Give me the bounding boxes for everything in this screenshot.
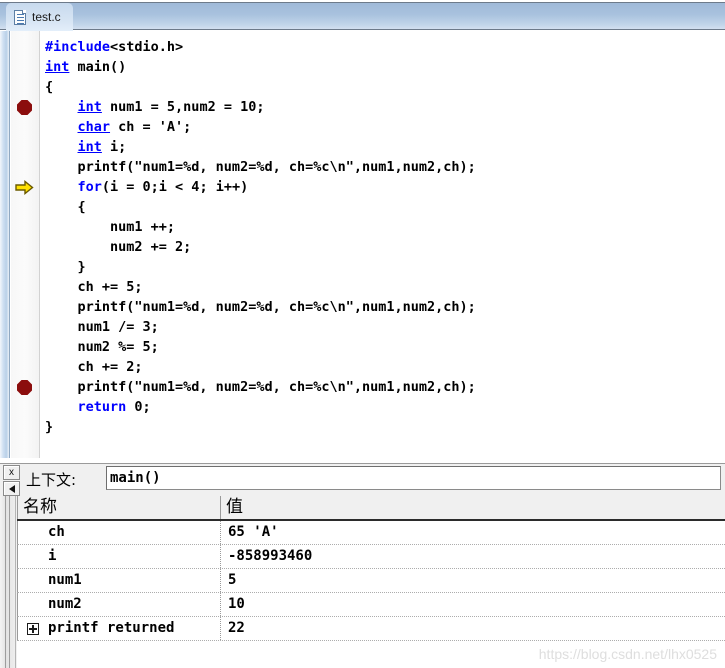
panel-side-buttons: x (3, 465, 21, 497)
code-token: ch += 5; (45, 279, 143, 295)
code-line[interactable]: printf("num1=%d, num2=%d, ch=%c\n",num1,… (41, 377, 725, 397)
variable-value-cell: -858993460 (220, 545, 725, 568)
code-token: num2 += 2; (45, 239, 192, 255)
code-token: printf("num1=%d, num2=%d, ch=%c\n",num1,… (45, 299, 476, 315)
code-text-area[interactable]: #include<stdio.h> int main(){ int num1 = … (41, 31, 725, 458)
code-token: return (77, 399, 127, 415)
code-token: char (77, 119, 111, 135)
code-line[interactable]: for(i = 0;i < 4; i++) (41, 177, 725, 197)
code-line[interactable]: int num1 = 5,num2 = 10; (41, 97, 725, 117)
table-row[interactable]: num2 10 (17, 593, 725, 617)
code-line[interactable]: num1 ++; (41, 217, 725, 237)
code-line[interactable]: } (41, 257, 725, 277)
code-line[interactable]: int i; (41, 137, 725, 157)
code-line[interactable]: { (41, 77, 725, 97)
code-token: int (77, 139, 102, 155)
variables-grid: 名称 值 ch 65 'A' i -858993460 num1 5 num2 10 print… (17, 496, 725, 668)
variables-grid-header: 名称 值 (17, 496, 725, 521)
column-header-value[interactable]: 值 (220, 496, 725, 519)
code-token: printf("num1=%d, num2=%d, ch=%c\n",num1,… (45, 159, 476, 175)
collapse-panel-button[interactable] (3, 481, 20, 496)
editor-left-rail (0, 31, 10, 458)
code-line[interactable]: ch += 5; (41, 277, 725, 297)
table-row[interactable]: printf returned 22 (17, 617, 725, 641)
variables-toolbar: x 上下文: main() (0, 464, 725, 496)
breakpoint-icon[interactable] (17, 380, 32, 395)
debugger-window: test.c #include<stdio.h> int main(){ int … (0, 0, 725, 668)
code-token: int (45, 59, 70, 75)
close-panel-button[interactable]: x (3, 465, 20, 480)
close-icon: x (9, 466, 14, 478)
code-token: i; (101, 139, 127, 155)
breakpoint-gutter[interactable] (11, 31, 40, 458)
code-token: num1 = 5,num2 = 10; (101, 99, 265, 115)
code-token: #include (45, 39, 111, 55)
tab-label: test.c (32, 10, 61, 24)
variable-value-cell: 22 (220, 617, 725, 640)
code-line[interactable]: return 0; (41, 397, 725, 417)
triangle-left-icon (8, 484, 15, 493)
code-token: <stdio.h> (110, 39, 184, 55)
editor-body: #include<stdio.h> int main(){ int num1 = … (0, 31, 725, 458)
table-row[interactable]: num1 5 (17, 569, 725, 593)
column-header-name[interactable]: 名称 (17, 496, 220, 519)
variables-panel: x 上下文: main() 名称 值 ch 65 'A' i -858993460 nu… (0, 463, 725, 668)
code-line[interactable]: char ch = 'A'; (41, 117, 725, 137)
watermark: https://blog.csdn.net/lhx0525 (538, 646, 717, 662)
code-line[interactable]: } (41, 417, 725, 437)
context-label: 上下文: (26, 471, 77, 489)
code-line[interactable]: { (41, 197, 725, 217)
code-token: (i = 0;i < 4; i++) (101, 179, 249, 195)
table-row[interactable]: ch 65 'A' (17, 521, 725, 545)
code-token: int (77, 99, 102, 115)
code-token: } (45, 259, 86, 275)
code-line[interactable]: int main() (41, 57, 725, 77)
variables-grid-rail (0, 496, 16, 668)
code-token: for (77, 179, 102, 195)
tab-test-c[interactable]: test.c (6, 3, 73, 31)
variable-value-cell: 5 (220, 569, 725, 592)
editor-tabstrip: test.c (0, 2, 725, 31)
current-instruction-arrow-icon (15, 180, 34, 195)
code-line[interactable]: ch += 2; (41, 357, 725, 377)
table-row[interactable]: i -858993460 (17, 545, 725, 569)
variables-grid-rows: ch 65 'A' i -858993460 num1 5 num2 10 printf ret… (17, 521, 725, 641)
variable-value-cell: 65 'A' (220, 521, 725, 544)
code-line[interactable]: num2 %= 5; (41, 337, 725, 357)
code-token: num2 %= 5; (45, 339, 159, 355)
code-token: } (45, 419, 54, 435)
code-token: num1 ++; (45, 219, 176, 235)
code-token: printf("num1=%d, num2=%d, ch=%c\n",num1,… (45, 379, 476, 395)
variable-name-cell: num2 (17, 593, 220, 616)
code-token: ch = 'A'; (110, 119, 192, 135)
variable-name-cell: i (17, 545, 220, 568)
code-line[interactable]: #include<stdio.h> (41, 37, 725, 57)
variable-name-cell: printf returned (17, 617, 220, 640)
variable-name-cell: num1 (17, 569, 220, 592)
code-line[interactable]: printf("num1=%d, num2=%d, ch=%c\n",num1,… (41, 157, 725, 177)
context-input[interactable]: main() (106, 466, 721, 490)
code-token: num1 /= 3; (45, 319, 159, 335)
file-c-icon (14, 9, 26, 25)
variable-value-cell: 10 (220, 593, 725, 616)
code-token: { (45, 79, 54, 95)
code-token: { (45, 199, 86, 215)
code-token: ch += 2; (45, 359, 143, 375)
code-token: 0; (126, 399, 151, 415)
code-line[interactable]: num2 += 2; (41, 237, 725, 257)
code-token: main() (69, 59, 127, 75)
source-editor-window: test.c #include<stdio.h> int main(){ int … (0, 0, 725, 458)
code-line[interactable]: printf("num1=%d, num2=%d, ch=%c\n",num1,… (41, 297, 725, 317)
variable-name-cell: ch (17, 521, 220, 544)
breakpoint-icon[interactable] (17, 100, 32, 115)
code-line[interactable]: num1 /= 3; (41, 317, 725, 337)
